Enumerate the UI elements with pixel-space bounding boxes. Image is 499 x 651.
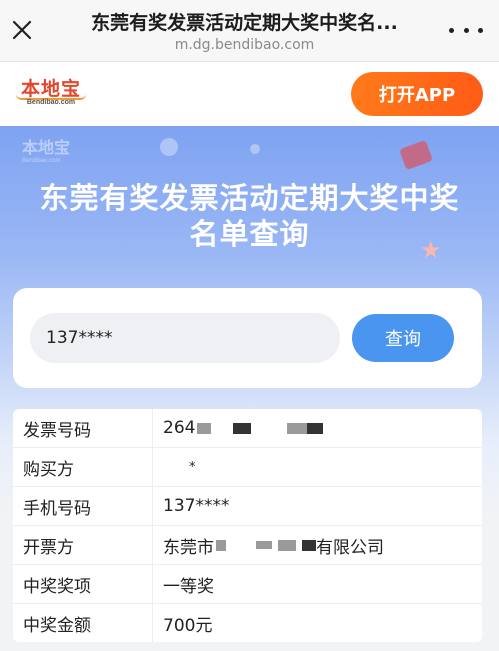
row-label: 中奖奖项 bbox=[13, 565, 153, 603]
hero-logo-text: 本地宝 bbox=[22, 138, 71, 157]
hero-title: 东莞有奖发票活动定期大奖中奖 名单查询 bbox=[10, 180, 489, 252]
row-value: 137**** bbox=[153, 487, 482, 525]
decor-bubble bbox=[250, 144, 260, 154]
hero-watermark-logo: 本地宝 Bendibao.com bbox=[22, 134, 86, 168]
prize-amount-value: 700元 bbox=[163, 616, 213, 636]
row-value: 一等奖 bbox=[153, 565, 482, 603]
row-label: 手机号码 bbox=[13, 487, 153, 525]
table-row: 购买方 * bbox=[13, 448, 482, 487]
redaction-mark bbox=[256, 541, 272, 549]
redaction-mark bbox=[302, 539, 316, 551]
red-envelope-decor bbox=[399, 139, 433, 171]
redaction-mark bbox=[278, 539, 296, 551]
phone-value: 137**** bbox=[163, 496, 230, 516]
hero-title-line1: 东莞有奖发票活动定期大奖中奖 bbox=[39, 181, 460, 215]
row-label: 发票号码 bbox=[13, 409, 153, 447]
close-icon[interactable] bbox=[6, 14, 38, 46]
more-options-icon[interactable] bbox=[449, 18, 483, 42]
table-row: 中奖金额 700元 bbox=[13, 604, 482, 642]
prize-level-value: 一等奖 bbox=[163, 576, 214, 597]
phone-search-input[interactable]: 137**** bbox=[30, 313, 340, 363]
result-table: 发票号码 264 购买方 * 手机号码 137**** 开票方 东莞市 有限公司 bbox=[13, 409, 482, 642]
row-label: 中奖金额 bbox=[13, 604, 153, 642]
buyer-value: * bbox=[189, 459, 196, 475]
row-label: 购买方 bbox=[13, 448, 153, 486]
query-button[interactable]: 查询 bbox=[352, 314, 454, 362]
redaction-mark bbox=[197, 422, 212, 434]
table-row: 开票方 东莞市 有限公司 bbox=[13, 526, 482, 565]
page-url: m.dg.bendibao.com bbox=[174, 37, 315, 53]
bendibao-logo[interactable]: 本地宝 Bendibao.com bbox=[14, 74, 88, 112]
browser-top-bar: 东莞有奖发票活动定期大奖中奖名... m.dg.bendibao.com bbox=[0, 0, 499, 62]
table-row: 中奖奖项 一等奖 bbox=[13, 565, 482, 604]
open-app-button[interactable]: 打开APP bbox=[351, 72, 483, 116]
site-header: 本地宝 Bendibao.com 打开APP bbox=[0, 62, 499, 126]
redaction-mark bbox=[216, 539, 226, 551]
logo-domain: Bendibao.com bbox=[26, 99, 76, 106]
page-title: 东莞有奖发票活动定期大奖中奖名... bbox=[91, 12, 398, 34]
redaction-mark bbox=[233, 422, 252, 434]
row-value: 东莞市 有限公司 bbox=[153, 526, 482, 564]
hero-title-line2: 名单查询 bbox=[189, 217, 310, 251]
redaction-mark bbox=[307, 422, 324, 434]
decor-bubble bbox=[160, 138, 178, 156]
redaction-mark bbox=[287, 422, 308, 434]
row-value: 700元 bbox=[153, 604, 482, 642]
issuer-value-suffix: 有限公司 bbox=[316, 537, 384, 558]
table-row: 发票号码 264 bbox=[13, 409, 482, 448]
search-card: 137**** 查询 bbox=[13, 288, 482, 388]
issuer-value-prefix: 东莞市 bbox=[163, 537, 214, 558]
hero-logo-domain: Bendibao.com bbox=[22, 158, 61, 164]
row-label: 开票方 bbox=[13, 526, 153, 564]
table-row: 手机号码 137**** bbox=[13, 487, 482, 526]
row-value: * bbox=[153, 448, 482, 486]
invoice-number-value: 264 bbox=[163, 418, 196, 438]
row-value: 264 bbox=[153, 409, 482, 447]
